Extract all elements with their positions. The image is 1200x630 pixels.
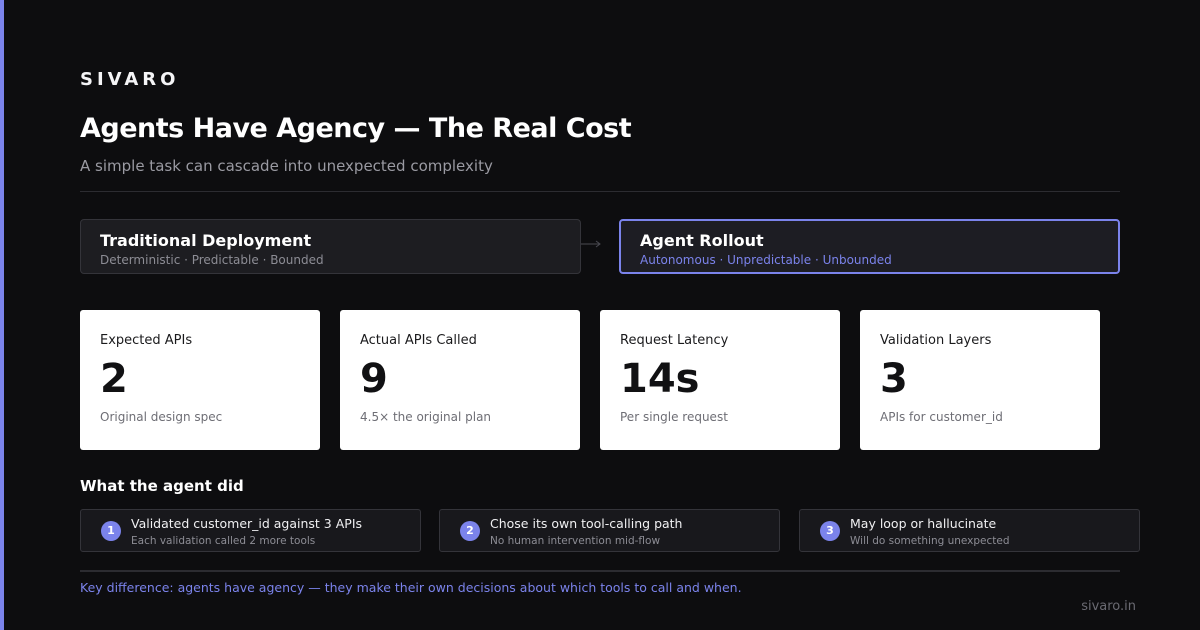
arrow-right-icon — [581, 240, 601, 248]
key-difference-note: Key difference: agents have agency — the… — [80, 580, 742, 595]
divider-top — [80, 191, 1120, 192]
accent-bar — [0, 0, 4, 630]
stat-value: 3 — [880, 356, 908, 402]
step-number-badge: 3 — [820, 521, 840, 541]
stat-card-expected-apis: Expected APIs 2 Original design spec — [80, 310, 320, 450]
stat-card-validation-layers: Validation Layers 3 APIs for customer_id — [860, 310, 1100, 450]
stat-label: Expected APIs — [100, 333, 193, 348]
slide: SIVARO Agents Have Agency — The Real Cos… — [80, 0, 1140, 630]
step-detail: Will do something unexpected — [850, 535, 1010, 547]
stat-card-actual-apis: Actual APIs Called 9 4.5× the original p… — [340, 310, 580, 450]
step-title: Validated customer_id against 3 APIs — [131, 516, 363, 531]
traditional-deployment-title: Traditional Deployment — [100, 231, 312, 250]
divider-bottom — [80, 570, 1120, 572]
site-url: sivaro.in — [1081, 599, 1136, 614]
step-card-3: 3 May loop or hallucinate Will do someth… — [799, 509, 1140, 552]
step-title: Chose its own tool-calling path — [490, 516, 683, 531]
stat-label: Request Latency — [620, 333, 729, 348]
page-title: Agents Have Agency — The Real Cost — [80, 113, 632, 144]
stat-value: 14s — [620, 356, 700, 402]
stat-card-request-latency: Request Latency 14s Per single request — [600, 310, 840, 450]
traditional-deployment-card: Traditional Deployment Deterministic · P… — [80, 219, 581, 274]
traditional-deployment-tags: Deterministic · Predictable · Bounded — [100, 253, 324, 267]
stat-caption: APIs for customer_id — [880, 410, 1003, 424]
stat-value: 2 — [100, 356, 128, 402]
page-subtitle: A simple task can cascade into unexpecte… — [80, 157, 493, 175]
stat-label: Validation Layers — [880, 333, 992, 348]
step-number-badge: 1 — [101, 521, 121, 541]
step-detail: No human intervention mid-flow — [490, 535, 661, 547]
step-title: May loop or hallucinate — [850, 516, 997, 531]
step-card-2: 2 Chose its own tool-calling path No hum… — [439, 509, 780, 552]
agent-rollout-title: Agent Rollout — [640, 231, 764, 250]
agent-rollout-tags: Autonomous · Unpredictable · Unbounded — [640, 253, 892, 267]
stat-caption: Original design spec — [100, 410, 223, 424]
stat-value: 9 — [360, 356, 388, 402]
brand-logo: SIVARO — [80, 69, 180, 90]
stat-label: Actual APIs Called — [360, 333, 477, 348]
stat-caption: Per single request — [620, 410, 728, 424]
stat-caption: 4.5× the original plan — [360, 410, 492, 424]
step-detail: Each validation called 2 more tools — [131, 535, 316, 547]
step-number-badge: 2 — [460, 521, 480, 541]
step-card-1: 1 Validated customer_id against 3 APIs E… — [80, 509, 421, 552]
section-title: What the agent did — [80, 477, 244, 495]
agent-rollout-card: Agent Rollout Autonomous · Unpredictable… — [619, 219, 1120, 274]
